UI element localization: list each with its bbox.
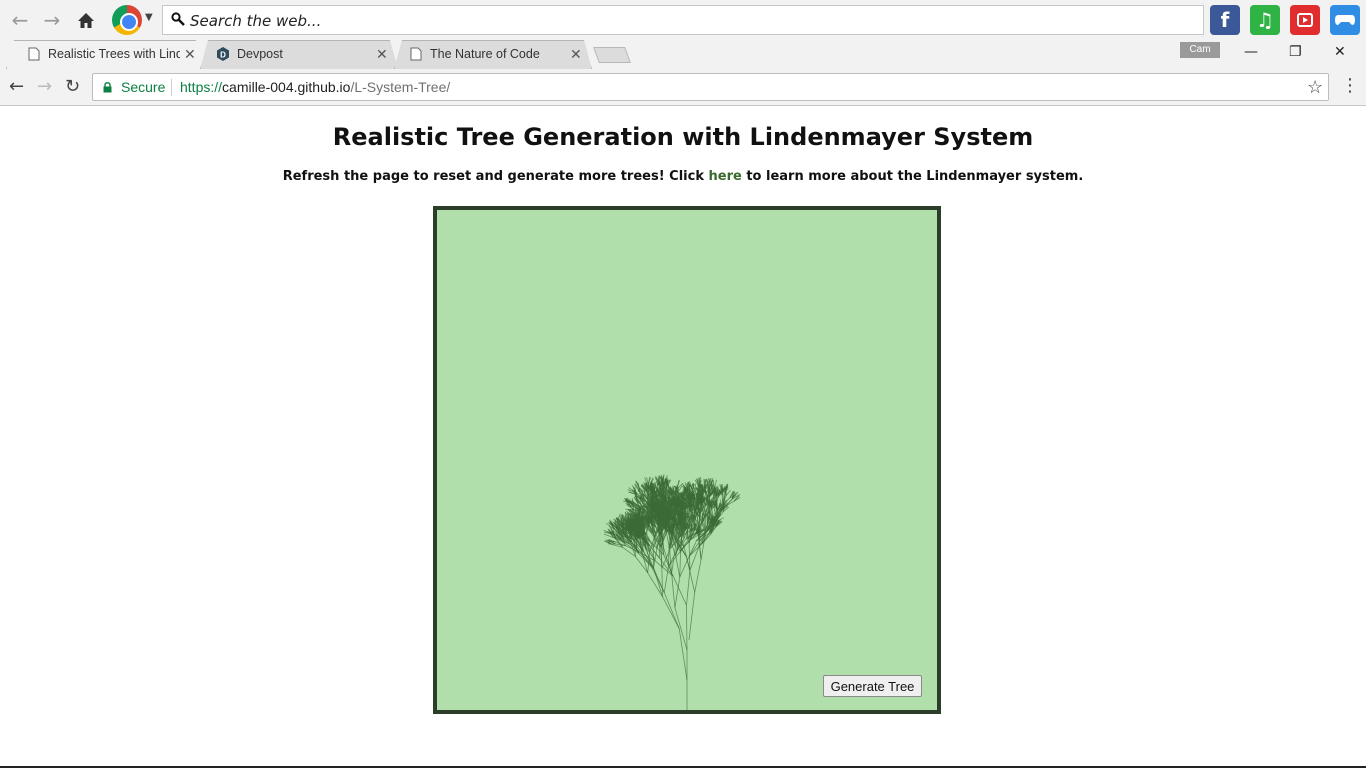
address-bar-row: ← → ↻ Secure https://camille-004.github.… [0,69,1366,106]
reload-icon[interactable]: ↻ [65,76,80,97]
tree-drawing [603,474,741,710]
page-content: Realistic Tree Generation with Lindenmay… [0,107,1366,766]
restore-icon[interactable]: ❐ [1289,44,1302,60]
url-host: camille-004.github.io [222,79,351,95]
close-icon[interactable]: ✕ [184,46,196,63]
profile-badge[interactable]: Cam [1180,42,1220,58]
svg-text:D: D [220,51,226,60]
secure-label: Secure [121,79,166,95]
forward-icon[interactable]: → [37,76,52,97]
page-icon [410,47,422,61]
subtitle-text: to learn more about the Lindenmayer syst… [741,169,1084,184]
tab-nature-of-code[interactable]: The Nature of Code ✕ [394,40,592,69]
lock-icon [103,82,112,93]
devpost-icon: D [217,47,229,61]
tab-label: The Nature of Code [430,47,540,61]
page-icon [28,47,40,61]
minimize-icon[interactable]: — [1244,44,1258,60]
chevron-down-icon[interactable]: ▼ [145,12,153,23]
page-title: Realistic Tree Generation with Lindenmay… [332,123,1034,151]
forward-arrow-icon[interactable]: → [38,6,66,34]
learn-more-link[interactable]: here [709,169,742,184]
music-icon[interactable]: ♫ [1250,5,1280,35]
tab-label: Realistic Trees with Linde [48,47,180,61]
url-text: https://camille-004.github.io/L-System-T… [180,79,450,95]
chrome-logo-icon[interactable] [112,5,142,35]
close-icon[interactable]: ✕ [376,46,388,63]
games-icon[interactable] [1330,5,1360,35]
youtube-icon[interactable] [1290,5,1320,35]
url-scheme: https:// [180,79,223,95]
search-placeholder: Search the web... [190,12,322,30]
tab-realistic-trees[interactable]: Realistic Trees with Linde ✕ [6,40,204,69]
bookmark-star-icon[interactable]: ☆ [1307,77,1323,98]
address-bar[interactable]: Secure https://camille-004.github.io/L-S… [92,73,1329,101]
back-icon[interactable]: ← [9,76,24,97]
window-close-icon[interactable]: ✕ [1334,44,1346,60]
tab-label: Devpost [237,47,283,61]
new-tab-button[interactable] [593,47,631,63]
close-icon[interactable]: ✕ [570,46,582,63]
web-search-box[interactable]: Search the web... [162,5,1204,35]
home-icon[interactable] [72,6,100,34]
tree-canvas[interactable]: Generate Tree [433,206,941,714]
back-arrow-icon[interactable]: ← [6,6,34,34]
browser-toolbar: ← → ▼ Search the web... f ♫ [0,0,1366,40]
page-subtitle: Refresh the page to reset and generate m… [0,169,1366,184]
generate-tree-button[interactable]: Generate Tree [823,675,922,697]
tab-devpost[interactable]: D Devpost ✕ [200,40,398,69]
search-icon [171,12,185,26]
url-path: /L-System-Tree/ [350,79,451,95]
facebook-icon[interactable]: f [1210,5,1240,35]
subtitle-text: Refresh the page to reset and generate m… [282,169,709,184]
menu-dots-icon[interactable]: ⋮ [1341,77,1359,95]
divider [171,79,172,96]
tab-strip: Realistic Trees with Linde ✕ D Devpost ✕… [0,40,1366,69]
